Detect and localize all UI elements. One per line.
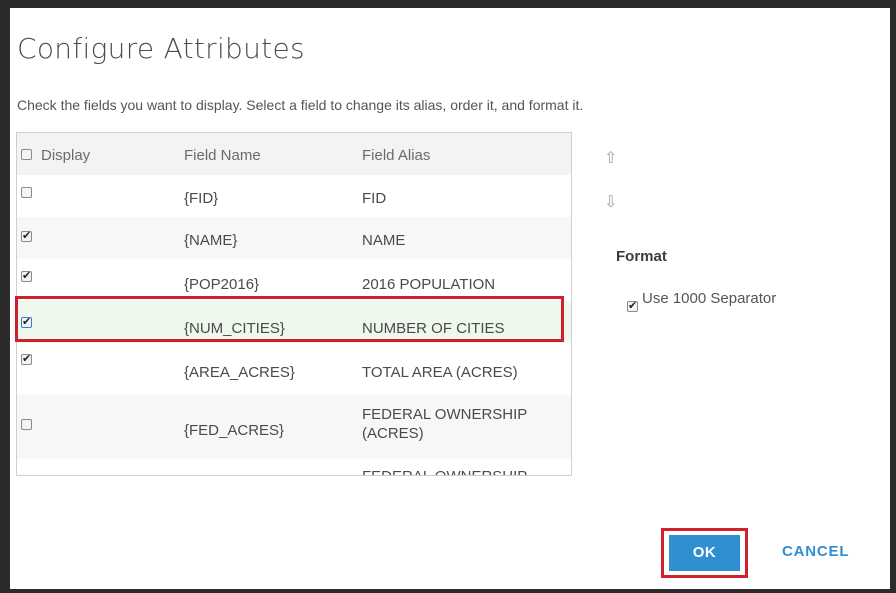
- arrow-down-icon[interactable]: ⇩: [604, 192, 617, 211]
- field-name-cell: {NAME}: [184, 232, 238, 249]
- ok-button[interactable]: OK: [669, 535, 740, 571]
- table-row[interactable]: {FID} FID: [17, 175, 571, 217]
- table-row[interactable]: {FED_ACRES} FEDERAL OWNERSHIP (ACRES): [17, 395, 571, 459]
- field-alias-cell: FID: [362, 190, 387, 207]
- field-alias-cell: TOTAL AREA (ACRES): [362, 364, 518, 381]
- table-row[interactable]: FEDERAL OWNERSHIP: [17, 459, 571, 475]
- field-name-cell: {AREA_ACRES}: [184, 364, 295, 381]
- field-alias-cell: NAME: [362, 232, 406, 249]
- field-name-cell: {POP2016}: [184, 276, 260, 293]
- display-checkbox[interactable]: [21, 419, 32, 430]
- format-heading: Format: [616, 248, 667, 265]
- display-checkbox[interactable]: [21, 352, 32, 365]
- use-1000-separator-checkbox[interactable]: [627, 299, 638, 312]
- field-name-cell: {FID}: [184, 190, 219, 207]
- column-header-field-name[interactable]: Field Name: [184, 147, 261, 164]
- dialog-instructions: Check the fields you want to display. Se…: [17, 97, 584, 113]
- field-alias-cell-line2: (ACRES): [362, 425, 424, 442]
- display-checkbox[interactable]: [21, 187, 32, 198]
- dialog-title: Configure Attributes: [17, 32, 305, 65]
- use-1000-separator-label[interactable]: Use 1000 Separator: [642, 290, 776, 307]
- field-alias-cell: FEDERAL OWNERSHIP: [362, 468, 527, 475]
- field-name-cell: {FED_ACRES}: [184, 422, 285, 439]
- cancel-button[interactable]: CANCEL: [782, 543, 849, 560]
- select-all-checkbox[interactable]: [21, 149, 32, 160]
- table-row[interactable]: {POP2016} 2016 POPULATION: [17, 259, 571, 301]
- field-alias-cell-line1: FEDERAL OWNERSHIP: [362, 406, 528, 423]
- table-row[interactable]: {NAME} NAME: [17, 217, 571, 259]
- table-row[interactable]: {AREA_ACRES} TOTAL AREA (ACRES): [17, 343, 571, 395]
- display-checkbox[interactable]: [21, 229, 32, 242]
- arrow-up-icon[interactable]: ⇧: [604, 148, 617, 167]
- grid-header: Display Field Name Field Alias: [17, 133, 571, 175]
- display-checkbox[interactable]: [21, 269, 32, 282]
- field-alias-cell: 2016 POPULATION: [362, 276, 496, 293]
- selected-row-highlight: [15, 296, 564, 342]
- column-header-display[interactable]: Display: [41, 147, 90, 164]
- column-header-field-alias[interactable]: Field Alias: [362, 147, 430, 164]
